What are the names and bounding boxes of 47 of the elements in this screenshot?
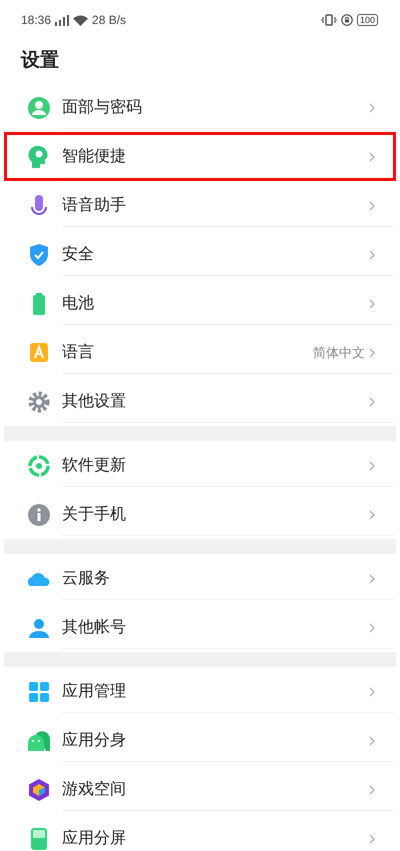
chevron-icon xyxy=(369,152,375,162)
current-value: 简体中文 xyxy=(313,344,365,362)
wifi-icon xyxy=(73,14,88,26)
person-icon xyxy=(27,616,51,640)
face-person-icon xyxy=(27,96,51,120)
chevron-icon xyxy=(369,623,375,633)
chevron-icon xyxy=(369,687,375,697)
chevron-icon xyxy=(369,510,375,520)
settings-item[interactable]: 安全 xyxy=(4,230,396,279)
settings-item[interactable]: 其他设置 xyxy=(4,377,396,426)
settings-item[interactable]: 应用管理 xyxy=(4,667,396,716)
chevron-icon xyxy=(369,299,375,309)
chevron-icon xyxy=(369,574,375,584)
letter-tile-icon xyxy=(27,341,51,365)
gear-icon xyxy=(27,390,51,414)
chevron-icon xyxy=(369,834,375,844)
chevron-icon xyxy=(369,785,375,795)
signal-icon xyxy=(55,14,70,26)
settings-item[interactable]: 软件更新 xyxy=(4,441,396,490)
info-icon xyxy=(27,503,51,527)
chevron-icon xyxy=(369,348,375,358)
settings-item[interactable]: 语音助手 xyxy=(4,181,396,230)
settings-item[interactable]: 电池 xyxy=(4,279,396,328)
shield-icon xyxy=(27,243,51,267)
settings-item[interactable]: 关于手机 xyxy=(4,490,396,539)
vibrate-icon xyxy=(320,14,337,26)
chevron-icon xyxy=(369,201,375,211)
chevron-icon xyxy=(369,736,375,746)
cube-icon xyxy=(27,778,51,802)
network-speed: 28 B/s xyxy=(92,13,126,27)
page-title: 设置 xyxy=(20,48,60,73)
settings-item[interactable]: 应用分身 xyxy=(4,716,396,765)
settings-item[interactable]: 语言 简体中文 xyxy=(4,328,396,377)
clock-time: 18:36 xyxy=(21,13,52,27)
rotation-lock-icon xyxy=(340,14,353,26)
chevron-icon xyxy=(369,397,375,407)
settings-item[interactable]: 智能便捷 xyxy=(4,132,396,181)
battery-indicator: 100 xyxy=(356,14,378,26)
settings-item[interactable]: 应用分屏 xyxy=(4,814,396,851)
settings-item[interactable]: 游戏空间 xyxy=(4,765,396,814)
chevron-icon xyxy=(369,103,375,113)
settings-item[interactable]: 面部与密码 xyxy=(4,83,396,132)
grid-icon xyxy=(27,680,51,704)
chevron-icon xyxy=(369,461,375,471)
settings-item[interactable]: 其他帐号 xyxy=(4,603,396,652)
chevron-icon xyxy=(369,250,375,260)
settings-item[interactable]: 云服务 xyxy=(4,554,396,603)
